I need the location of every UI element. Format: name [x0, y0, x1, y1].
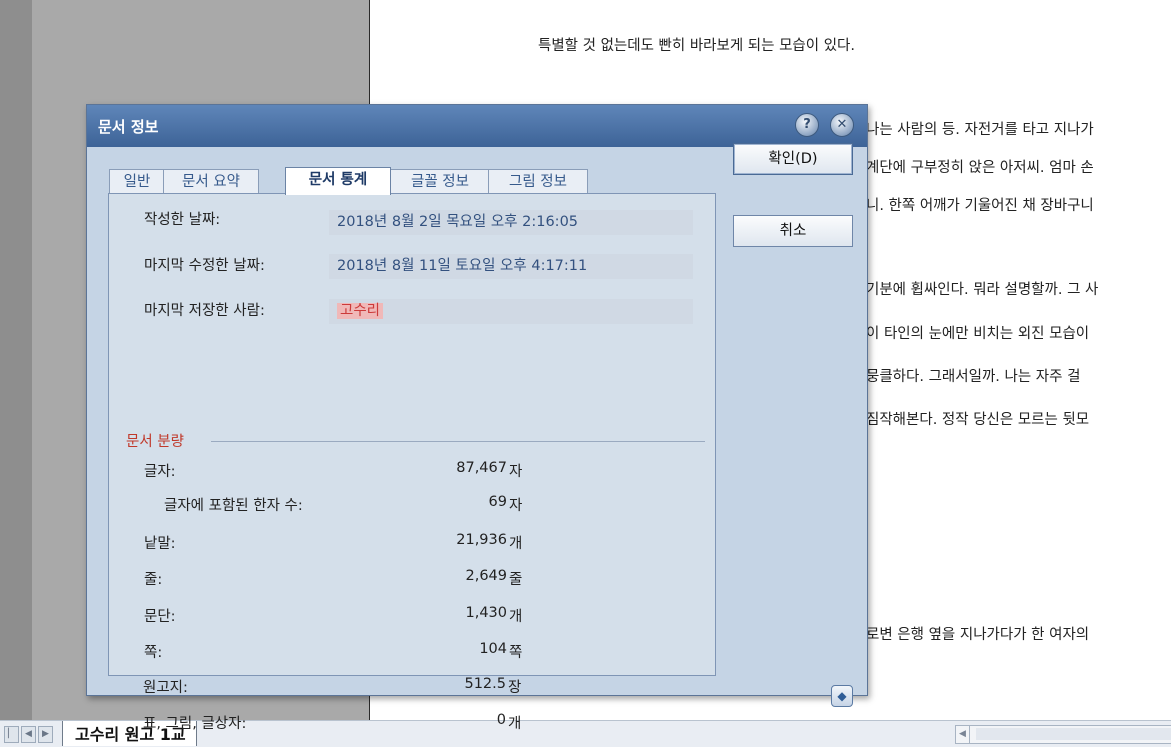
document-line: 기분에 휩싸인다. 뭐라 설명할까. 그 사 [866, 282, 1099, 298]
first-sheet-icon[interactable]: ▏ [4, 726, 19, 743]
statistics-panel-lower: 원고지: 512.5 장 표, 그림, 글상자: 0 개 [108, 193, 714, 732]
tab-font-info[interactable]: 글꼴 정보 [390, 169, 490, 194]
ok-button[interactable]: 확인(D) [733, 143, 853, 175]
document-line: 로변 은행 옆을 지나가다가 한 여자의 [866, 627, 1090, 643]
stat-value: 512.5 [464, 676, 506, 692]
close-icon[interactable]: ✕ [830, 113, 854, 137]
document-line: 이 타인의 눈에만 비치는 외진 모습이 [866, 326, 1090, 342]
tab-summary[interactable]: 문서 요약 [163, 169, 259, 194]
stat-label: 원고지: [143, 680, 188, 696]
horizontal-scrollbar[interactable]: ◀ [955, 725, 1171, 744]
document-line: 짐작해본다. 정작 당신은 모르는 뒷모 [866, 412, 1090, 428]
stat-unit: 개 [508, 716, 522, 732]
tab-image-info[interactable]: 그림 정보 [488, 169, 588, 194]
help-icon[interactable]: ? [795, 113, 819, 137]
document-line: 나는 사람의 등. 자전거를 타고 지나가 [866, 122, 1094, 138]
stat-label: 표, 그림, 글상자: [143, 716, 247, 732]
document-info-dialog: 문서 정보 ? ✕ 일반 문서 요약 문서 통계 글꼴 정보 그림 정보 작성한… [86, 104, 868, 732]
cancel-button[interactable]: 취소 [733, 215, 853, 247]
left-gutter [0, 0, 32, 720]
expand-icon[interactable]: ◆ [831, 685, 853, 707]
stat-unit: 장 [508, 680, 522, 696]
document-line: 니. 한쪽 어깨가 기울어진 채 장바구니 [866, 198, 1094, 214]
stat-value: 0 [496, 712, 506, 728]
next-sheet-icon[interactable]: ▶ [38, 726, 53, 743]
dialog-titlebar[interactable]: 문서 정보 ? ✕ [87, 105, 867, 147]
document-line: 계단에 구부정히 앉은 아저씨. 엄마 손 [866, 160, 1094, 176]
dialog-title: 문서 정보 [98, 118, 159, 136]
tab-statistics[interactable]: 문서 통계 [285, 167, 391, 195]
document-line: 특별할 것 없는데도 빤히 바라보게 되는 모습이 있다. [538, 38, 856, 54]
scroll-thumb[interactable] [976, 728, 1171, 740]
prev-sheet-icon[interactable]: ◀ [21, 726, 36, 743]
document-line: 뭉클하다. 그래서일까. 나는 자주 걸 [866, 369, 1081, 385]
tab-general[interactable]: 일반 [109, 169, 165, 194]
scroll-left-icon[interactable]: ◀ [956, 726, 970, 743]
